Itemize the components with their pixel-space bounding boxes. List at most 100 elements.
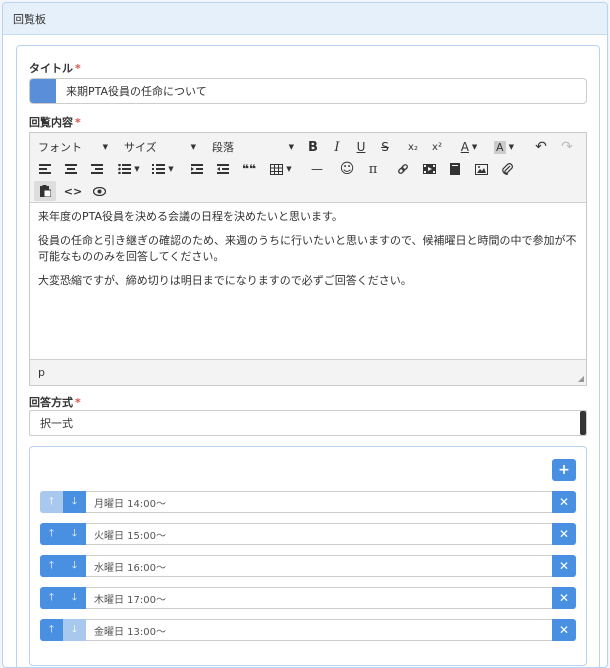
paragraph-dropdown[interactable]: 段落 ▼ [208,137,298,157]
arrow-down-icon: 🡓 [71,527,78,539]
move-down-button[interactable]: 🡓 [63,587,86,609]
move-down-button[interactable]: 🡓 [63,523,86,545]
move-up-button[interactable]: 🡑 [40,491,63,513]
paste-button[interactable] [34,181,56,201]
delete-choice-button[interactable]: ✕ [552,619,576,641]
move-down-button[interactable]: 🡓 [63,555,86,577]
font-dropdown-label: フォント [38,141,82,154]
video-button[interactable] [418,159,440,179]
text-color-icon: A [460,140,469,154]
horizontal-rule-button[interactable]: — [306,159,328,179]
clipboard-icon [39,185,51,197]
required-mark: * [75,116,81,129]
answer-type-label-text: 回答方式 [29,396,73,409]
choice-row: 🡑 🡓 水曜日 16:00〜 ✕ [40,555,576,577]
editor-content[interactable]: 来年度のPTA役員を決める会議の日程を決めたいと思います。 役員の任命と引き継ぎ… [38,209,578,297]
source-code-button[interactable]: <> [62,181,84,201]
select-arrow-icon [580,411,586,435]
bullet-list-button[interactable]: ▼ [114,159,144,179]
strikethrough-button[interactable]: S [374,137,396,157]
superscript-button[interactable]: x² [426,137,448,157]
image-button[interactable] [470,159,492,179]
chevron-down-icon: ▼ [168,165,174,173]
font-dropdown[interactable]: フォント ▼ [34,137,112,157]
close-icon: ✕ [558,527,570,541]
paperclip-icon [502,163,513,175]
math-button[interactable]: π [362,159,384,179]
align-center-button[interactable] [60,159,82,179]
file-icon [450,163,460,175]
answer-type-select[interactable]: 択一式 [29,410,587,436]
move-up-button[interactable]: 🡑 [40,523,63,545]
chevron-down-icon: ▼ [471,143,478,151]
text-color-button[interactable]: A ▼ [454,137,484,157]
arrow-up-icon: 🡑 [48,527,55,539]
redo-button[interactable]: ↷ [556,137,578,157]
arrow-down-icon: 🡓 [71,495,78,507]
editor-paragraph: 大変恐縮ですが、締め切りは明日までになりますので必ずご回答ください。 [38,274,412,287]
move-up-button[interactable]: 🡑 [40,587,63,609]
choice-input[interactable]: 木曜日 17:00〜 [86,587,552,609]
choice-input[interactable]: 火曜日 15:00〜 [86,523,552,545]
choice-row: 🡑 🡓 月曜日 14:00〜 ✕ [40,491,576,513]
chevron-down-icon: ▼ [288,143,294,151]
choice-input[interactable]: 水曜日 16:00〜 [86,555,552,577]
move-down-button[interactable]: 🡓 [63,619,86,641]
undo-button[interactable]: ↶ [530,137,552,157]
indent-icon [217,164,229,174]
align-right-icon [91,164,103,174]
close-icon: ✕ [558,623,570,637]
align-right-button[interactable] [86,159,108,179]
attachment-button[interactable] [496,159,518,179]
blockquote-button[interactable]: ❝❝ [238,159,260,179]
choice-input[interactable]: 月曜日 14:00〜 [86,491,552,513]
element-path[interactable]: p [38,366,45,379]
title-value[interactable]: 来期PTA役員の任命について [56,83,207,99]
chevron-down-icon: ▼ [508,143,514,151]
background-color-button[interactable]: A ▼ [488,137,520,157]
choice-row: 🡑 🡓 木曜日 17:00〜 ✕ [40,587,576,609]
table-icon [270,163,284,175]
size-dropdown[interactable]: サイズ ▼ [120,137,200,157]
move-down-button[interactable]: 🡓 [63,491,86,513]
size-dropdown-label: サイズ [124,141,157,154]
add-choice-button[interactable]: + [552,459,576,481]
bold-button[interactable]: B [302,137,324,157]
indent-button[interactable] [212,159,234,179]
move-up-button[interactable]: 🡑 [40,555,63,577]
content-label-text: 回覧内容 [29,116,73,129]
background-color-icon: A [494,140,506,154]
choice-input[interactable]: 金曜日 13:00〜 [86,619,552,641]
arrow-down-icon: 🡓 [71,559,78,571]
italic-button[interactable]: I [326,137,348,157]
numbered-list-button[interactable]: ▼ [148,159,178,179]
move-up-button[interactable]: 🡑 [40,619,63,641]
circular-panel: 回覧板 タイトル * 来期PTA役員の任命について 回覧内容 * フォント ▼ サイズ… [2,2,608,668]
close-icon: ✕ [558,591,570,605]
arrow-down-icon: 🡓 [71,591,78,603]
file-button[interactable] [444,159,466,179]
close-icon: ✕ [558,559,570,573]
link-button[interactable] [392,159,414,179]
delete-choice-button[interactable]: ✕ [552,523,576,545]
resize-handle-icon[interactable]: ◢ [578,374,584,383]
choices-container: + 🡑 🡓 月曜日 14:00〜 ✕ 🡑 🡓 火曜日 15:00〜 ✕ 🡑 🡓 … [29,446,587,666]
delete-choice-button[interactable]: ✕ [552,555,576,577]
align-left-button[interactable] [34,159,56,179]
outdent-icon [191,164,203,174]
rich-text-editor: フォント ▼ サイズ ▼ 段落 ▼ B I U S x₂ x² A ▼ A ▼ ↶ ↷ [29,132,587,386]
table-button[interactable]: ▼ [266,159,296,179]
required-mark: * [75,62,81,75]
title-addon [30,79,56,103]
underline-button[interactable]: U [350,137,372,157]
paragraph-dropdown-label: 段落 [212,141,234,154]
outdent-button[interactable] [186,159,208,179]
subscript-button[interactable]: x₂ [402,137,424,157]
editor-paragraph: 来年度のPTA役員を決める会議の日程を決めたいと思います。 [38,210,343,223]
chevron-down-icon: ▼ [286,165,292,173]
preview-button[interactable] [88,181,110,201]
delete-choice-button[interactable]: ✕ [552,587,576,609]
delete-choice-button[interactable]: ✕ [552,491,576,513]
title-input[interactable]: 来期PTA役員の任命について [29,78,587,104]
emoji-button[interactable]: ☺ [336,159,358,179]
